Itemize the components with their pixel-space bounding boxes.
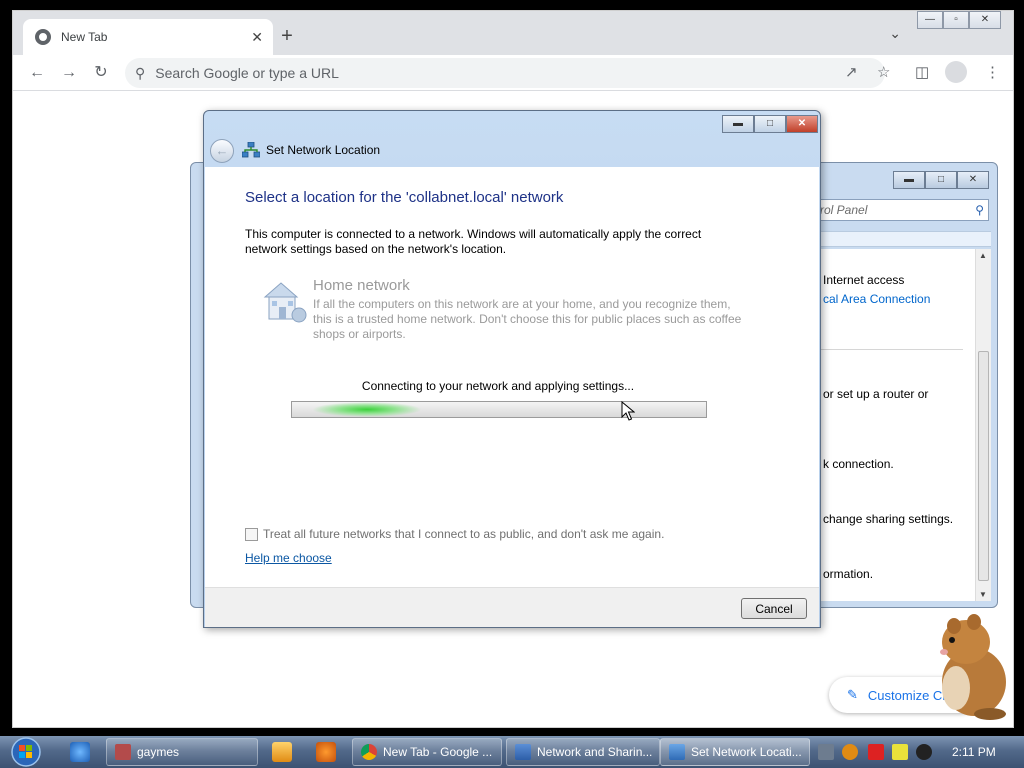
browser-tab[interactable]: New Tab ✕	[23, 19, 273, 55]
back-arrow-icon[interactable]: ←	[27, 63, 47, 83]
cp-link-local-area-connection[interactable]: cal Area Connection	[823, 292, 930, 306]
minimize-button[interactable]: ▬	[722, 115, 754, 133]
progress-bar	[291, 401, 707, 418]
divider	[819, 349, 963, 350]
back-arrow-icon[interactable]: ←	[210, 139, 234, 163]
tab-search-icon[interactable]: ⌄	[889, 25, 901, 42]
volume-icon[interactable]	[916, 744, 932, 760]
network-icon	[515, 744, 531, 760]
cp-text-router: or set up a router or	[823, 387, 929, 401]
tab-title: New Tab	[61, 30, 108, 44]
dialog-footer: Cancel	[205, 587, 819, 627]
treat-public-checkbox[interactable]	[245, 527, 258, 541]
internet-explorer-icon[interactable]	[70, 742, 90, 762]
address-bar[interactable]: ⚲ Search Google or type a URL	[125, 58, 885, 88]
treat-public-checkbox-label[interactable]: Treat all future networks that I connect…	[263, 527, 664, 541]
scroll-down-icon[interactable]: ▼	[979, 590, 987, 599]
new-tab-button[interactable]: +	[275, 25, 299, 49]
minimize-button[interactable]: —	[917, 11, 943, 29]
set-network-location-dialog: ▬ □ ✕ ← Set Network Location Select a lo…	[203, 110, 821, 628]
taskbar-button-label: Network and Sharin...	[537, 745, 653, 759]
address-bar-placeholder: Search Google or type a URL	[155, 65, 339, 81]
close-button[interactable]: ✕	[786, 115, 818, 133]
search-icon: ⚲	[135, 64, 146, 81]
progress-indicator	[312, 402, 422, 417]
scroll-up-icon[interactable]: ▲	[979, 251, 987, 260]
bookmark-star-icon[interactable]: ☆	[877, 63, 890, 81]
dialog-title: Set Network Location	[266, 143, 381, 157]
hamster-mascot[interactable]	[930, 612, 1010, 722]
cp-text-information: ormation.	[823, 567, 874, 581]
taskbar-button-chrome[interactable]: New Tab - Google ...	[352, 738, 502, 766]
progress-label: Connecting to your network and applying …	[361, 379, 635, 393]
side-panel-icon[interactable]: ◫	[915, 63, 929, 81]
browser-tab-strip: New Tab ✕ + ⌄ — ▫ ✕	[13, 11, 1013, 55]
taskbar-button-network-sharing[interactable]: Network and Sharin...	[506, 738, 660, 766]
maximize-button[interactable]: □	[925, 171, 957, 189]
chrome-icon	[361, 744, 377, 760]
control-panel-window-controls: ▬ □ ✕	[893, 171, 989, 189]
vertical-scrollbar[interactable]: ▲ ▼	[975, 249, 991, 601]
clock[interactable]: 2:11 PM	[952, 745, 996, 759]
control-panel-search-input[interactable]: rol Panel ⚲	[813, 199, 989, 221]
dialog-content: Select a location for the 'collabnet.loc…	[205, 167, 819, 587]
pencil-icon: ✎	[847, 687, 858, 702]
folder-icon	[115, 744, 131, 760]
home-network-icon	[263, 282, 307, 323]
maximize-button[interactable]: □	[754, 115, 786, 133]
menu-kebab-icon[interactable]: ⋮	[985, 63, 1000, 81]
dialog-heading: Select a location for the 'collabnet.loc…	[245, 189, 564, 206]
media-player-icon[interactable]	[272, 742, 292, 762]
forward-arrow-icon[interactable]: →	[59, 63, 79, 83]
cp-text-internet-access: Internet access	[823, 273, 905, 287]
tray-notes-icon[interactable]	[892, 744, 908, 760]
scrollbar-thumb[interactable]	[978, 351, 989, 581]
action-center-flag-icon[interactable]	[868, 744, 884, 760]
control-panel-content: Internet access cal Area Connection or s…	[819, 249, 975, 601]
dialog-intro-text: This computer is connected to a network.…	[245, 227, 702, 256]
dialog-window-controls: ▬ □ ✕	[722, 115, 818, 133]
treat-public-checkbox-row[interactable]: Treat all future networks that I connect…	[245, 527, 664, 541]
search-icon[interactable]: ⚲	[975, 203, 984, 217]
cp-text-connection: k connection.	[823, 457, 894, 471]
close-button[interactable]: ✕	[957, 171, 989, 189]
tray-search-icon[interactable]	[842, 744, 858, 760]
cp-text-sharing-settings: change sharing settings.	[823, 512, 954, 526]
control-panel-command-bar	[819, 231, 991, 247]
start-button[interactable]	[4, 736, 46, 768]
profile-avatar-icon[interactable]	[945, 61, 967, 83]
help-me-choose-link[interactable]: Help me choose	[245, 551, 332, 565]
maximize-button[interactable]: ▫	[943, 11, 969, 29]
system-tray: 2:11 PM	[812, 736, 1024, 768]
search-placeholder: rol Panel	[820, 203, 868, 217]
browser-window-controls: — ▫ ✕	[917, 11, 1001, 29]
application-icon[interactable]	[316, 742, 336, 762]
network-location-icon	[669, 744, 685, 760]
home-network-description: If all the computers on this network are…	[313, 297, 742, 341]
minimize-button[interactable]: ▬	[893, 171, 925, 189]
taskbar-button-gaymes[interactable]: gaymes	[106, 738, 258, 766]
taskbar: gaymes New Tab - Google ... Network and …	[0, 736, 1024, 768]
home-network-title: Home network	[313, 277, 410, 294]
network-icon	[242, 142, 260, 158]
taskbar-button-set-network-location[interactable]: Set Network Locati...	[660, 738, 810, 766]
close-button[interactable]: ✕	[969, 11, 1001, 29]
cancel-button[interactable]: Cancel	[741, 598, 807, 619]
taskbar-button-label: New Tab - Google ...	[383, 745, 493, 759]
taskbar-button-label: Set Network Locati...	[691, 745, 802, 759]
tab-close-icon[interactable]: ✕	[251, 29, 263, 46]
tray-app-icon[interactable]	[818, 744, 834, 760]
share-icon[interactable]: ↗	[845, 63, 858, 81]
mouse-cursor-icon	[621, 401, 635, 421]
chrome-icon	[35, 29, 51, 45]
reload-icon[interactable]: ↻	[91, 63, 111, 83]
taskbar-button-label: gaymes	[137, 745, 180, 759]
browser-toolbar: ← → ↻ ⚲ Search Google or type a URL ↗ ☆ …	[13, 55, 1013, 91]
